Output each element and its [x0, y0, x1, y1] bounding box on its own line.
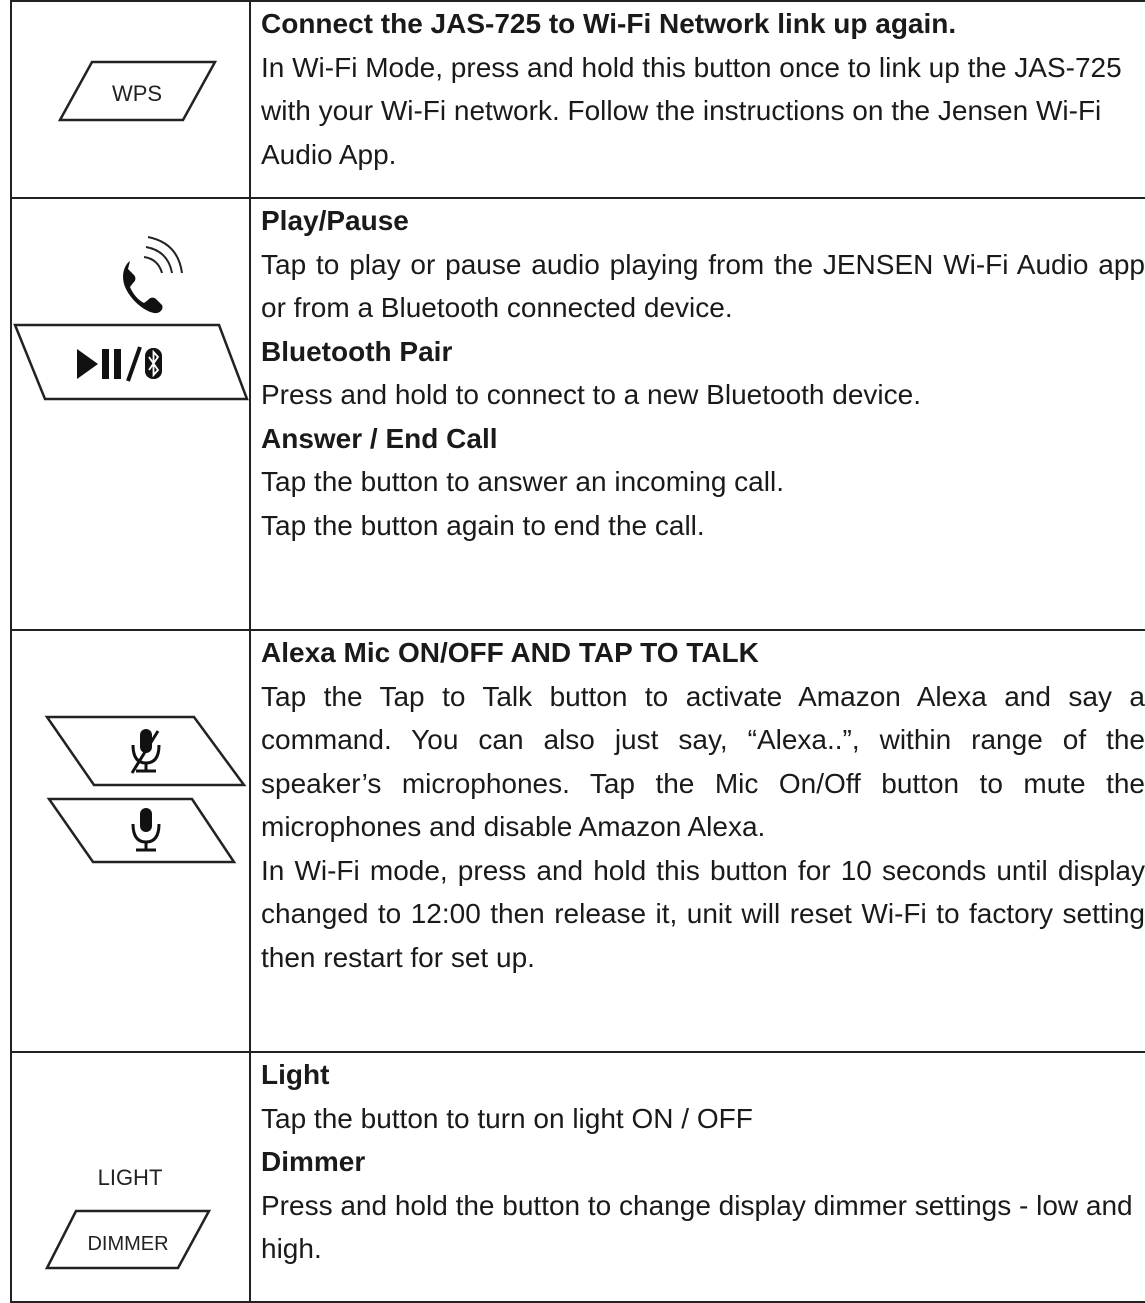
pause-icon: [102, 349, 109, 379]
section-body-dimmer: Press and hold the button to change disp…: [261, 1189, 1133, 1265]
section-title-bluetooth-pair: Bluetooth Pair: [261, 335, 453, 367]
table-row-light-dimmer: LIGHT DIMMER Light Tap the button to tur…: [10, 1051, 1145, 1303]
description-cell: Play/Pause Tap to play or pause audio pl…: [249, 197, 1145, 631]
table-row-play-pause: Play/Pause Tap to play or pause audio pl…: [10, 197, 1145, 631]
row-body-2: In Wi-Fi mode, press and hold this butto…: [261, 854, 1145, 973]
description-cell: Alexa Mic ON/OFF AND TAP TO TALK Tap the…: [249, 629, 1145, 1053]
phone-icon: [123, 236, 183, 314]
play-pause-bluetooth-phone-icon: [13, 236, 249, 401]
bluetooth-icon: [145, 348, 162, 379]
section-body-light: Tap the button to turn on light ON / OFF: [261, 1102, 753, 1134]
section-title-answer-end-call: Answer / End Call: [261, 422, 498, 454]
row-title: Alexa Mic ON/OFF AND TAP TO TALK: [261, 637, 759, 668]
description-cell: Light Tap the button to turn on light ON…: [249, 1051, 1145, 1303]
icon-cell: [10, 197, 251, 631]
row-body: Tap the Tap to Talk button to activate A…: [261, 680, 1145, 843]
mic-mute-icon: [130, 729, 161, 774]
icon-cell: LIGHT DIMMER: [10, 1051, 251, 1303]
button-function-table: WPS Connect the JAS-725 to Wi-Fi Network…: [10, 0, 1145, 1303]
icon-cell: [10, 629, 251, 1053]
section-title-play-pause: Play/Pause: [261, 205, 409, 236]
wps-button-icon: WPS: [57, 60, 218, 122]
icon-cell: WPS: [10, 0, 251, 199]
light-label: LIGHT: [98, 1165, 163, 1190]
table-row-wps: WPS Connect the JAS-725 to Wi-Fi Network…: [10, 0, 1145, 199]
wps-label: WPS: [112, 81, 162, 106]
section-body-answer-line-1: Tap the button to answer an incoming cal…: [261, 466, 784, 497]
mic-mute-and-mic-icon: [44, 715, 247, 864]
row-body: In Wi-Fi Mode, press and hold this butto…: [261, 51, 1122, 170]
mic-icon: [131, 808, 161, 852]
section-body-play-pause: Tap to play or pause audio playing from …: [261, 248, 1145, 324]
play-icon: [77, 349, 98, 379]
dimmer-label: DIMMER: [87, 1233, 168, 1255]
light-dimmer-button-icon: LIGHT DIMMER: [44, 1165, 212, 1270]
section-title-dimmer: Dimmer: [261, 1146, 366, 1177]
section-body-answer-line-2: Tap the button again to end the call.: [261, 509, 705, 541]
section-body-bluetooth-pair: Press and hold to connect to a new Bluet…: [261, 379, 921, 410]
section-title-light: Light: [261, 1059, 330, 1090]
table-row-alexa-mic: Alexa Mic ON/OFF AND TAP TO TALK Tap the…: [10, 629, 1145, 1053]
row-title: Connect the JAS-725 to Wi-Fi Network lin…: [261, 8, 957, 39]
description-cell: Connect the JAS-725 to Wi-Fi Network lin…: [249, 0, 1145, 199]
